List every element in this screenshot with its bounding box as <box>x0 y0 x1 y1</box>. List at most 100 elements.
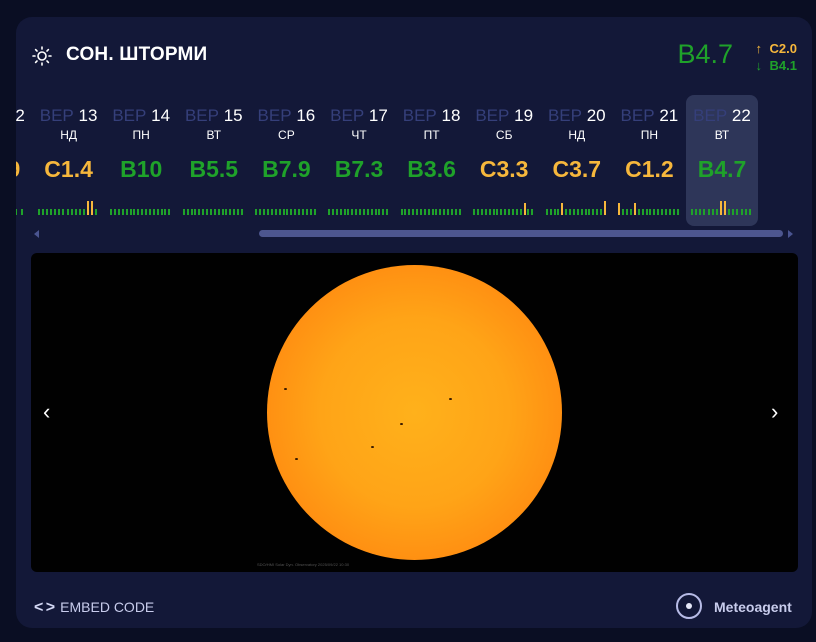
activity-bar <box>515 209 518 215</box>
activity-bar <box>355 209 358 215</box>
day-column-18[interactable]: ВЕР 18 ПТ B3.6 <box>396 95 468 226</box>
scroll-left-arrow-icon[interactable] <box>34 230 39 238</box>
day-number: 20 <box>586 106 606 125</box>
day-column-15[interactable]: ВЕР 15 ВТ B5.5 <box>178 95 250 226</box>
day-column-20[interactable]: ВЕР 20 НД C3.7 <box>541 95 613 226</box>
activity-bar <box>423 209 426 215</box>
activity-bar <box>386 209 389 215</box>
horizontal-scrollbar-thumb[interactable] <box>259 230 783 237</box>
activity-bar <box>431 209 434 215</box>
day-date-label: ВЕР 16 <box>250 106 322 126</box>
activity-bar <box>110 209 113 215</box>
activity-bar <box>553 209 556 215</box>
day-column-21[interactable]: ВЕР 21 ПН C1.2 <box>613 95 685 226</box>
activity-bar <box>62 209 65 215</box>
activity-bar <box>294 209 297 215</box>
activity-bar <box>715 209 718 215</box>
image-credit: SDO/HMI Solar Dyn. Observatory 2025/09/2… <box>257 562 350 567</box>
activity-bar <box>267 209 270 215</box>
activity-bar <box>83 209 86 215</box>
activity-bar <box>707 209 710 215</box>
activity-bar <box>182 209 185 215</box>
activity-bar <box>748 209 751 215</box>
flare-activity-bars <box>182 195 245 215</box>
code-icon: < > <box>34 599 55 616</box>
solar-storms-widget: СОН. ШТОРМИ B4.7 ↑ C2.0 ↓ B4.1 ВЕР 12 СБ C5.… <box>16 17 812 628</box>
trend-down-value: B4.1 <box>769 58 797 73</box>
day-of-week: СБ <box>16 128 32 142</box>
activity-bar <box>305 209 308 215</box>
brand-link[interactable]: Meteoagent <box>714 599 792 615</box>
activity-bar <box>484 209 487 215</box>
flare-value: C3.7 <box>552 156 602 182</box>
day-column-17[interactable]: ВЕР 17 ЧТ B7.3 <box>323 95 395 226</box>
activity-bar <box>194 209 197 215</box>
month-label: ВЕР <box>184 106 219 125</box>
month-label: ВЕР <box>402 106 437 125</box>
day-number: 17 <box>368 106 388 125</box>
day-column-22[interactable]: ВЕР 22 ВТ B4.7 <box>686 95 758 226</box>
activity-bar <box>282 209 285 215</box>
activity-bar <box>732 209 735 215</box>
flare-activity-bars <box>37 195 100 215</box>
day-column-13[interactable]: ВЕР 13 НД C1.4 <box>33 95 105 226</box>
day-column-12[interactable]: ВЕР 12 СБ C5.9 <box>16 95 32 226</box>
activity-bar <box>588 209 591 215</box>
meteoagent-logo-icon[interactable] <box>676 593 702 619</box>
day-column-16[interactable]: ВЕР 16 СР B7.9 <box>250 95 322 226</box>
chevron-right-icon[interactable]: › <box>771 401 778 423</box>
activity-bar <box>148 209 151 215</box>
activity-bar <box>58 209 61 215</box>
day-strip[interactable]: ВЕР 12СБC5.9ВЕР 13НДC1.4ВЕР 14ПНB10ВЕР 1… <box>16 95 812 227</box>
activity-bar <box>637 209 640 215</box>
activity-bar <box>511 209 514 215</box>
activity-bar <box>45 209 48 215</box>
activity-bar <box>711 209 714 215</box>
activity-bar <box>531 209 534 215</box>
activity-bar <box>412 209 415 215</box>
activity-bar <box>335 209 338 215</box>
activity-bar <box>66 209 69 215</box>
activity-bar <box>618 203 621 215</box>
activity-bar <box>645 209 648 215</box>
activity-bar <box>641 209 644 215</box>
chevron-left-icon[interactable]: ‹ <box>43 401 50 423</box>
day-date-label: ВЕР 21 <box>613 106 685 126</box>
activity-bar <box>229 209 232 215</box>
activity-bar <box>70 209 73 215</box>
day-date-label: ВЕР 12 <box>16 106 32 126</box>
activity-bar <box>209 209 212 215</box>
activity-bar <box>703 209 706 215</box>
day-column-14[interactable]: ВЕР 14 ПН B10 <box>105 95 177 226</box>
activity-bar <box>447 209 450 215</box>
activity-bar <box>117 209 120 215</box>
flare-value: C5.9 <box>16 156 32 183</box>
activity-bar <box>480 209 483 215</box>
activity-bar <box>596 209 599 215</box>
day-of-week: ПТ <box>423 128 440 142</box>
day-date-label: ВЕР 19 <box>468 106 540 126</box>
activity-bar <box>458 209 461 215</box>
embed-code-label: EMBED CODE <box>60 599 155 615</box>
day-column-19[interactable]: ВЕР 19 СБ C3.3 <box>468 95 540 226</box>
flare-value: B4.7 <box>697 156 747 182</box>
flare-activity-bars <box>255 195 317 215</box>
activity-bar <box>95 209 98 215</box>
activity-bar <box>190 209 193 215</box>
activity-bar <box>427 209 430 215</box>
activity-bar <box>492 209 495 215</box>
activity-bar <box>584 209 587 215</box>
sun-icon <box>32 46 52 66</box>
activity-bar <box>160 209 163 215</box>
activity-bar <box>114 209 117 215</box>
scroll-right-arrow-icon[interactable] <box>788 230 793 238</box>
activity-bar <box>328 209 330 215</box>
activity-bar <box>240 209 243 215</box>
activity-bar <box>416 209 419 215</box>
widget-title: СОН. ШТОРМИ <box>66 44 208 65</box>
activity-bar <box>450 209 453 215</box>
activity-bar <box>225 209 228 215</box>
flare-activity-bars <box>400 195 463 215</box>
activity-bar <box>382 209 385 215</box>
embed-code-button[interactable]: < > EMBED CODE <box>34 599 154 617</box>
